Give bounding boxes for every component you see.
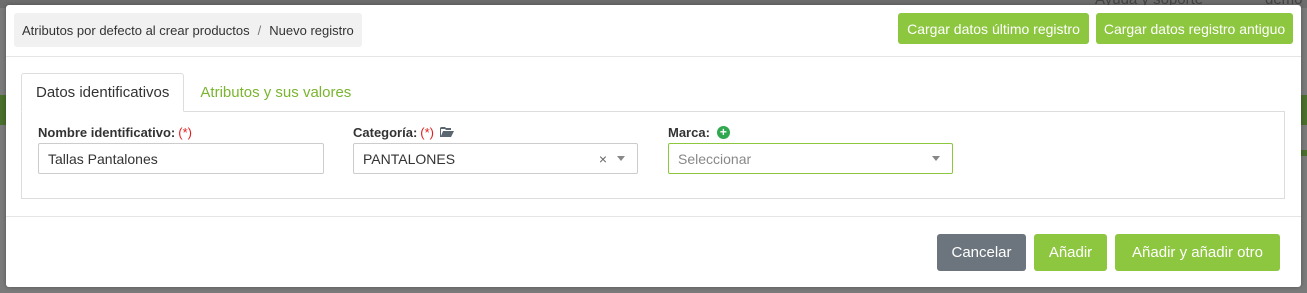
clear-selection-icon[interactable]: × — [599, 151, 607, 167]
modal-header: Atributos por defecto al crear productos… — [6, 5, 1301, 57]
categoria-selected-value: PANTALONES — [363, 150, 456, 167]
breadcrumb: Atributos por defecto al crear productos… — [14, 13, 362, 47]
plus-circle-icon[interactable]: + — [716, 125, 730, 139]
breadcrumb-current: Nuevo registro — [269, 22, 354, 38]
load-old-record-button[interactable]: Cargar datos registro antiguo — [1096, 13, 1293, 44]
marca-label-text: Marca: — [668, 124, 710, 140]
modal-dialog: Atributos por defecto al crear productos… — [6, 5, 1301, 287]
marca-placeholder: Seleccionar — [678, 150, 752, 167]
load-last-record-button[interactable]: Cargar datos último registro — [898, 13, 1089, 44]
required-mark: (*) — [178, 124, 192, 140]
nombre-input-value: Tallas Pantalones — [48, 150, 158, 167]
marca-label: Marca: + — [668, 123, 730, 141]
add-and-add-another-button[interactable]: Añadir y añadir otro — [1115, 234, 1280, 271]
tab-atributos-valores[interactable]: Atributos y sus valores — [186, 73, 365, 112]
nombre-label: Nombre identificativo: (*) — [38, 123, 192, 141]
breadcrumb-parent[interactable]: Atributos por defecto al crear productos — [22, 23, 250, 38]
breadcrumb-separator: / — [257, 22, 262, 38]
folder-open-icon[interactable] — [440, 126, 455, 138]
tab-panel: Nombre identificativo: (*) Tallas Pantal… — [21, 111, 1285, 199]
chevron-down-icon — [617, 156, 625, 161]
add-button[interactable]: Añadir — [1034, 234, 1107, 271]
categoria-select[interactable]: PANTALONES × — [353, 143, 638, 174]
categoria-label: Categoría: (*) — [353, 123, 455, 141]
nombre-input[interactable]: Tallas Pantalones — [38, 143, 324, 174]
required-mark: (*) — [420, 124, 435, 140]
marca-field: Marca: + — [668, 123, 730, 141]
nombre-field: Nombre identificativo: (*) — [38, 123, 192, 141]
tab-datos-identificativos[interactable]: Datos identificativos — [21, 73, 185, 112]
cancel-button[interactable]: Cancelar — [937, 234, 1026, 271]
tab-bar: Datos identificativos Atributos y sus va… — [21, 73, 365, 112]
categoria-field: Categoría: (*) — [353, 123, 455, 141]
modal-footer: Cancelar Añadir Añadir y añadir otro — [6, 216, 1301, 287]
chevron-down-icon — [932, 156, 940, 161]
marca-select[interactable]: Seleccionar — [668, 143, 953, 174]
categoria-label-text: Categoría: — [353, 124, 418, 140]
nombre-label-text: Nombre identificativo: — [38, 124, 176, 140]
